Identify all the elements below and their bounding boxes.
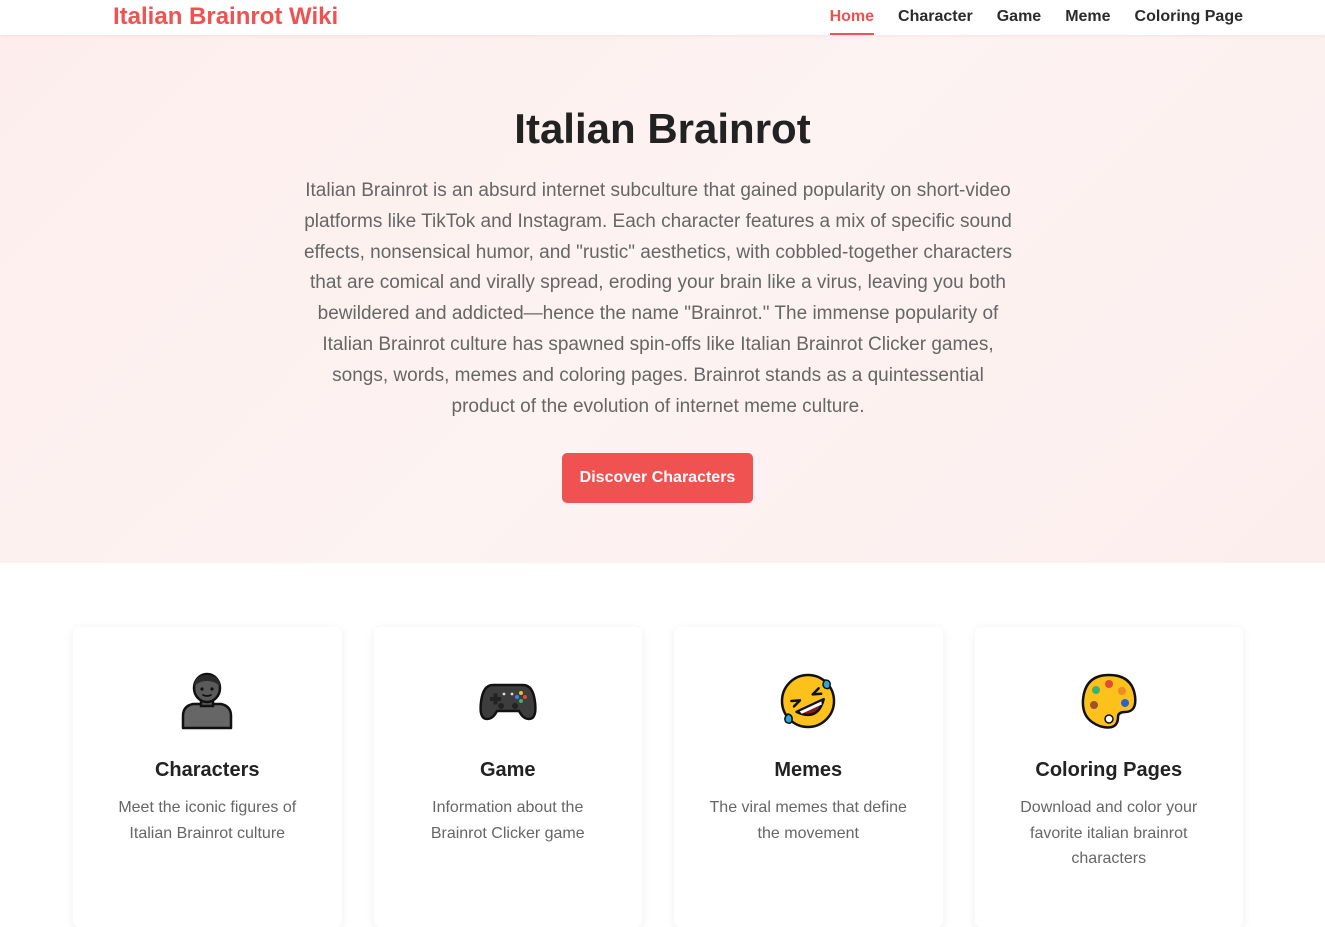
hero-section: Italian Brainrot Italian Brainrot is an … — [0, 35, 1325, 563]
hero-title: Italian Brainrot — [514, 105, 811, 152]
feature-cards: Characters Meet the iconic figures of It… — [73, 627, 1243, 927]
nav-item-home[interactable]: Home — [829, 0, 875, 35]
card-characters[interactable]: Characters Meet the iconic figures of It… — [73, 627, 342, 927]
game-controller-icon — [479, 683, 537, 721]
site-header: Italian Brainrot Wiki Home Character Gam… — [0, 0, 1325, 35]
nav-item-game[interactable]: Game — [997, 0, 1041, 35]
rolling-laughing-emoji-icon — [781, 673, 836, 729]
card-title: Game — [479, 759, 536, 781]
person-icon — [182, 672, 233, 730]
main-nav: Home Character Game Meme Coloring Page — [829, 0, 1243, 35]
card-description: Download and color your favorite italian… — [1020, 799, 1198, 868]
card-title: Characters — [154, 759, 260, 781]
card-game[interactable]: Game Information about the Brainrot Clic… — [373, 627, 642, 927]
card-description: The viral memes that define the movement — [709, 799, 907, 842]
hero-description: Italian Brainrot is an absurd internet s… — [303, 180, 1013, 417]
card-coloring-pages[interactable]: Coloring Pages Download and color your f… — [974, 627, 1243, 927]
card-description: Information about the Brainrot Clicker g… — [430, 799, 585, 842]
card-description: Meet the iconic figures of Italian Brain… — [118, 799, 297, 842]
card-memes[interactable]: Memes The viral memes that define the mo… — [674, 627, 943, 927]
card-title: Memes — [774, 759, 843, 781]
nav-item-coloring-page[interactable]: Coloring Page — [1135, 0, 1243, 35]
nav-item-character[interactable]: Character — [898, 0, 973, 35]
discover-characters-button[interactable]: Discover Characters — [562, 453, 753, 503]
artist-palette-icon — [1081, 673, 1137, 729]
nav-item-meme[interactable]: Meme — [1065, 0, 1110, 35]
site-logo[interactable]: Italian Brainrot Wiki — [113, 3, 338, 31]
card-title: Coloring Pages — [1035, 759, 1183, 781]
